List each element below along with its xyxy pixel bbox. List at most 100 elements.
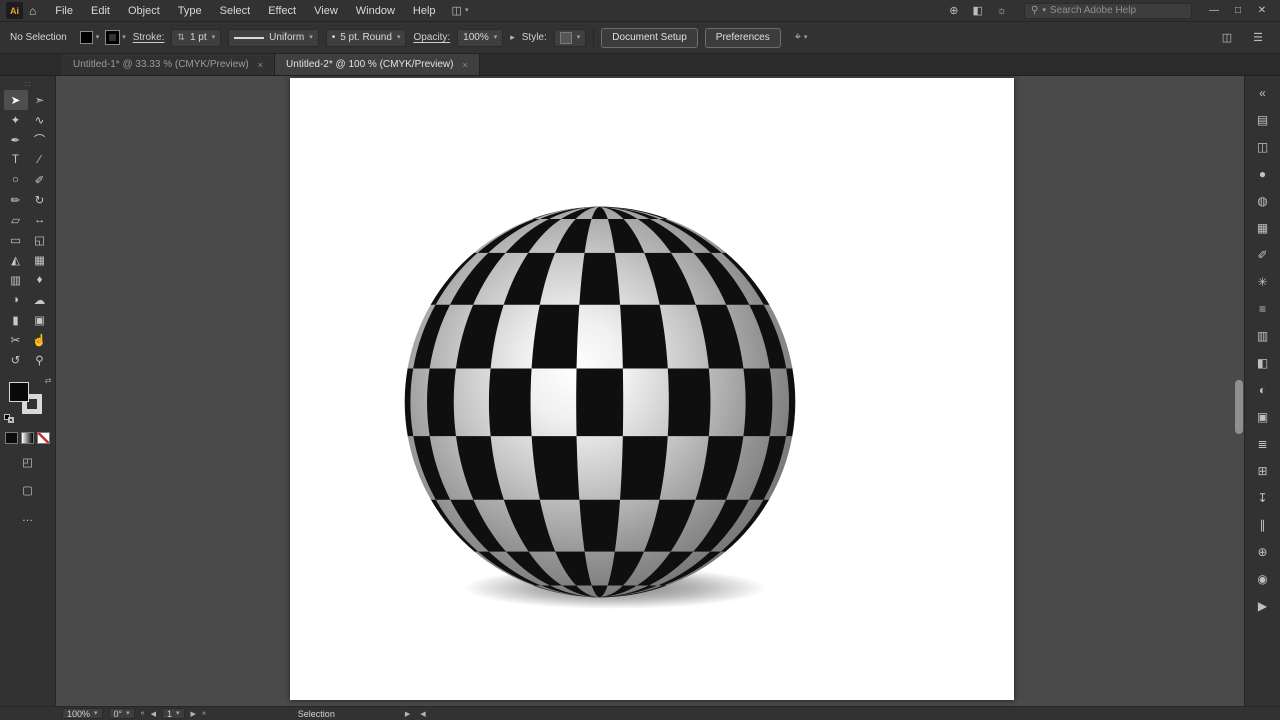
paintbrush-tool[interactable]: ✐ (28, 170, 52, 190)
menu-help[interactable]: Help (404, 0, 445, 22)
lasso-tool[interactable]: ∿ (28, 110, 52, 130)
style-dropdown[interactable]: ▾ (553, 28, 587, 47)
ellipse-tool[interactable]: ○ (4, 170, 28, 190)
type-tool[interactable]: T (4, 150, 28, 170)
search-input[interactable] (1049, 5, 1168, 16)
free-transform-tool[interactable]: ▭ (4, 230, 28, 250)
scroll-back-icon[interactable]: ◀ (420, 710, 425, 718)
stroke-panel-icon[interactable]: ≡ (1250, 295, 1276, 322)
perspective-grid-tool[interactable]: ◭ (4, 250, 28, 270)
shape-builder-tool[interactable]: ◱ (28, 230, 52, 250)
artboard-tool[interactable]: ▣ (28, 310, 52, 330)
layers-panel-icon[interactable]: ≣ (1250, 430, 1276, 457)
last-artboard-button[interactable]: » (202, 710, 206, 717)
drawing-modes-button[interactable]: ◰ (16, 452, 40, 472)
more-tools-icon[interactable]: ⌖ ▾ (788, 31, 815, 44)
transparency-panel-icon[interactable]: ◧ (1250, 349, 1276, 376)
vertical-scrollbar-thumb[interactable] (1235, 380, 1243, 434)
appearance-panel-icon[interactable]: ◐ (1250, 376, 1276, 403)
hand-tool[interactable]: ☝ (28, 330, 52, 350)
edit-toolbar-button[interactable]: … (16, 508, 40, 528)
document-layout-icon[interactable]: ◧ (966, 4, 990, 17)
rotation-dropdown[interactable]: 0° ▾ (108, 708, 135, 719)
history-panel-icon[interactable]: ▶ (1250, 592, 1276, 619)
menu-view[interactable]: View (305, 0, 347, 22)
mesh-tool[interactable]: ▦ (28, 250, 52, 270)
stroke-color-control[interactable]: ▾ (106, 31, 126, 44)
fill-color-control[interactable]: ▾ (79, 31, 99, 44)
graphic-styles-panel-icon[interactable]: ▣ (1250, 403, 1276, 430)
artboards-panel-icon[interactable]: ⊞ (1250, 457, 1276, 484)
fill-color-selector[interactable] (8, 382, 29, 402)
gradient-panel-icon[interactable]: ▥ (1250, 322, 1276, 349)
eyedropper-tool[interactable]: ♦ (28, 270, 52, 290)
stroke-panel-link[interactable]: Stroke: (133, 32, 165, 43)
menu-object[interactable]: Object (119, 0, 169, 22)
help-search-box[interactable]: ⚲ ▾ (1024, 2, 1192, 19)
share-document-icon[interactable]: ⊕ (942, 4, 965, 17)
menu-edit[interactable]: Edit (82, 0, 119, 22)
scale-tool[interactable]: ▱ (4, 210, 28, 230)
gradient-tool[interactable]: ▥ (4, 270, 28, 290)
magic-wand-tool[interactable]: ✦ (4, 110, 28, 130)
first-artboard-button[interactable]: « (141, 710, 145, 717)
line-segment-tool[interactable]: ∕ (28, 150, 52, 170)
blend-tool[interactable]: ◑ (4, 290, 28, 310)
default-fill-stroke-icon[interactable] (3, 414, 16, 424)
brush-definition-dropdown[interactable]: • 5 pt. Round ▾ (325, 28, 407, 47)
document-setup-button[interactable]: Document Setup (601, 27, 698, 48)
menu-file[interactable]: File (46, 0, 82, 22)
rotate-tool[interactable]: ↻ (28, 190, 52, 210)
stepper-icon[interactable]: ⇅ (177, 32, 185, 43)
symbols-panel-icon[interactable]: ✳ (1250, 268, 1276, 295)
align-panel-icon[interactable]: ∥ (1250, 511, 1276, 538)
column-graph-tool[interactable]: ▮ (4, 310, 28, 330)
document-tab-untitled-1[interactable]: Untitled-1* @ 33.33 % (CMYK/Preview) × (62, 54, 276, 75)
document-tab-untitled-2[interactable]: Untitled-2* @ 100 % (CMYK/Preview) × (275, 54, 480, 75)
checkered-sphere-artwork[interactable] (290, 78, 1014, 700)
stroke-weight-field[interactable]: ⇅ 1 pt ▾ (171, 28, 222, 47)
slice-tool[interactable]: ✂ (4, 330, 28, 350)
curvature-tool[interactable]: ⌒ (28, 130, 52, 150)
canvas-pasteboard[interactable] (56, 76, 1244, 706)
properties-panel-icon[interactable]: ▤ (1250, 106, 1276, 133)
tab-close-icon[interactable]: × (462, 60, 467, 70)
illustrator-app-icon[interactable]: Ai (6, 2, 23, 19)
arrange-documents-icon[interactable]: ◫ ▾ (445, 4, 476, 17)
previous-artboard-button[interactable]: ◀ (151, 710, 156, 718)
close-button[interactable]: ✕ (1250, 0, 1274, 22)
pen-tool[interactable]: ✒ (4, 130, 28, 150)
menu-select[interactable]: Select (211, 0, 260, 22)
control-panel-menu-icon[interactable]: ☰ (1246, 31, 1270, 44)
minimize-button[interactable]: — (1202, 0, 1226, 22)
navigator-panel-icon[interactable]: ◉ (1250, 565, 1276, 592)
brushes-panel-icon[interactable]: ✐ (1250, 241, 1276, 268)
swap-fill-stroke-icon[interactable]: ⇄ (45, 376, 52, 385)
artboard[interactable] (290, 78, 1014, 700)
collapse-panels-icon[interactable]: « (1250, 79, 1276, 106)
next-artboard-button[interactable]: ▶ (191, 710, 196, 718)
tab-close-icon[interactable]: × (258, 60, 263, 70)
opacity-field[interactable]: 100% ▾ (457, 28, 504, 47)
gradient-mode-button[interactable] (21, 432, 34, 444)
discover-lightbulb-icon[interactable]: ☼ (990, 5, 1014, 17)
width-profile-dropdown[interactable]: Uniform ▾ (228, 28, 319, 47)
swatches-panel-icon[interactable]: ▦ (1250, 214, 1276, 241)
symbol-sprayer-tool[interactable]: ☁ (28, 290, 52, 310)
pencil-tool[interactable]: ✏ (4, 190, 28, 210)
menu-type[interactable]: Type (169, 0, 211, 22)
home-icon[interactable]: ⌂ (29, 4, 36, 18)
maximize-button[interactable]: □ (1226, 0, 1250, 22)
artboard-number-field[interactable]: 1 ▾ (161, 708, 185, 719)
scroll-forward-icon[interactable]: ▶ (405, 710, 410, 718)
expand-options-icon[interactable]: ▸ (510, 32, 515, 43)
libraries-panel-icon[interactable]: ◫ (1250, 133, 1276, 160)
color-guide-panel-icon[interactable]: ◍ (1250, 187, 1276, 214)
pathfinder-panel-icon[interactable]: ⊕ (1250, 538, 1276, 565)
panel-dock-icon[interactable]: ◫ (1215, 31, 1239, 44)
direct-selection-tool[interactable]: ➣ (28, 90, 52, 110)
menu-effect[interactable]: Effect (259, 0, 305, 22)
screen-mode-button[interactable]: ▢ (16, 480, 40, 500)
rotate-view-tool[interactable]: ↺ (4, 350, 28, 370)
none-mode-button[interactable] (37, 432, 50, 444)
